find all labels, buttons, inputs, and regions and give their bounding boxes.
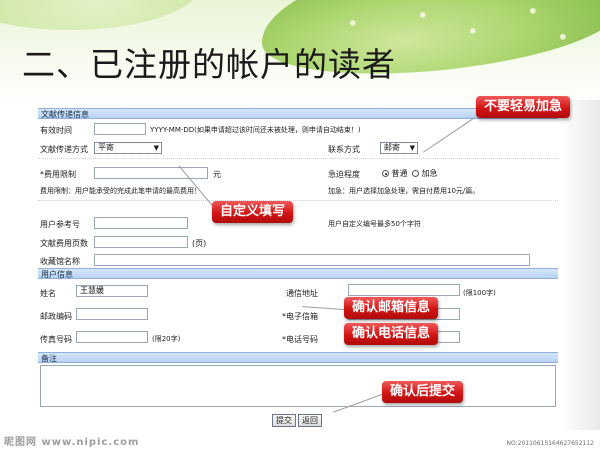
contact-method-select[interactable]: 邮寄 ▼ [380, 142, 418, 154]
radio-unchecked-icon [412, 170, 419, 177]
pages-label: 文献费用页数 [40, 239, 88, 248]
watermark-left: 昵图网 www.nipic.com [4, 437, 140, 448]
fax-limit: (限20字) [152, 335, 181, 343]
fee-limit-input[interactable] [94, 167, 208, 179]
water-drop [470, 28, 476, 34]
delivery-method-value: 平寄 [98, 143, 114, 152]
row-divider [38, 200, 558, 201]
urgent-note: 加急：用户选择加急处理，需自付费用10元/篇。 [328, 187, 480, 195]
water-drop [420, 12, 426, 18]
section-header-note: 备注 [38, 352, 558, 363]
callout-confirm-address: 确认邮箱信息 [344, 297, 439, 319]
row-divider [38, 158, 558, 159]
delivery-method-select[interactable]: 平寄 ▼ [94, 142, 162, 154]
pages-unit: (页) [192, 239, 207, 248]
valid-time-input[interactable] [94, 123, 146, 135]
page-shadow [560, 100, 600, 430]
user-ref-input[interactable] [94, 217, 188, 229]
urgency-urgent-label: 加急 [421, 169, 438, 178]
address-label: 通信地址 [286, 289, 318, 298]
valid-time-hint: YYYY-MM-DD(如果申请超过该时间还未被处理，则申请自动结束！) [150, 126, 361, 134]
section-header-user: 用户信息 [38, 268, 558, 279]
valid-time-label: 有效时间 [40, 126, 72, 135]
name-label: 姓名 [40, 289, 56, 298]
name-input[interactable]: 王慧媛 [76, 285, 148, 297]
callout-confirm-phone: 确认电话信息 [344, 323, 439, 345]
back-button[interactable]: 返回 [298, 414, 322, 427]
chevron-down-icon: ▼ [153, 144, 159, 152]
water-drop [350, 20, 356, 26]
callout-custom-fill: 自定义填写 [212, 201, 294, 223]
collection-input[interactable] [94, 254, 530, 266]
address-limit: (限100字) [463, 289, 496, 297]
contact-method-value: 邮寄 [384, 143, 400, 152]
fax-label: 传真号码 [40, 335, 72, 344]
water-drop [530, 8, 536, 14]
fee-limit-label: *费用限制 [40, 170, 76, 179]
radio-checked-icon [382, 170, 389, 177]
slide-title: 二、已注册的帐户的读者 [22, 45, 396, 84]
fax-input[interactable] [76, 331, 148, 343]
urgency-normal-label: 普通 [391, 169, 408, 178]
user-ref-note: 用户自定义编号最多50个字符 [328, 220, 421, 228]
callout-no-urgent: 不要轻易加急 [476, 96, 571, 118]
callout-confirm-submit: 确认后提交 [382, 381, 464, 403]
submit-button[interactable]: 提交 [272, 414, 296, 427]
delivery-method-label: 文献传递方式 [40, 145, 88, 154]
chevron-down-icon: ▼ [409, 144, 415, 152]
fee-limit-note: 费用限制：用户能承受的完成此笔申请的最高费用！ [40, 187, 201, 195]
collection-label: 收藏馆名称 [40, 257, 80, 266]
water-drop [560, 34, 566, 40]
urgency-normal-option[interactable]: 普通 [382, 168, 408, 179]
phone-label: *电话号码 [282, 335, 318, 344]
note-textarea[interactable] [40, 365, 556, 407]
email-label: *电子信箱 [282, 312, 318, 321]
address-input[interactable] [348, 284, 460, 296]
fee-unit: 元 [213, 170, 221, 179]
zip-input[interactable] [76, 308, 148, 320]
zip-label: 邮政编码 [40, 312, 72, 321]
urgency-label: 急迫程度 [328, 170, 360, 179]
pages-input[interactable] [94, 236, 188, 248]
request-form: 文献传递信息 有效时间 YYYY-MM-DD(如果申请超过该时间还未被处理，则申… [38, 108, 558, 436]
contact-method-label: 联系方式 [328, 145, 360, 154]
watermark-right: NO:20110615164627652112 [506, 440, 594, 447]
leaf-decoration [0, 0, 200, 30]
urgency-urgent-option[interactable]: 加急 [412, 168, 438, 179]
user-ref-label: 用户参考号 [40, 220, 80, 229]
